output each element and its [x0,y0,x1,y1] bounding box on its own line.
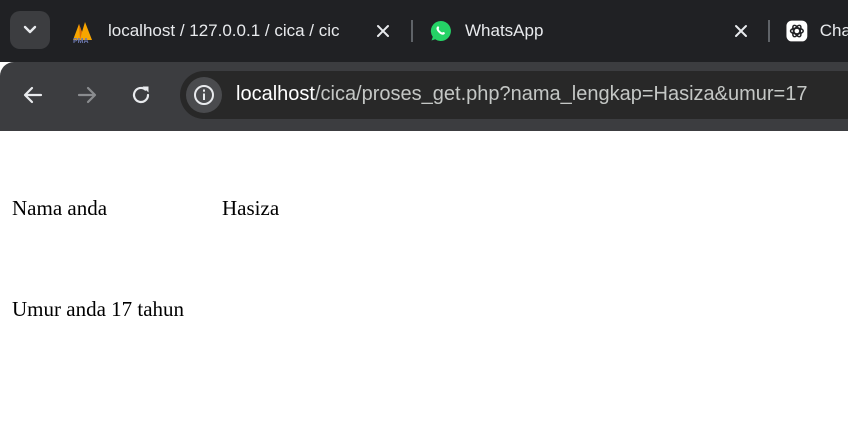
reload-button[interactable] [124,78,158,112]
close-icon [377,25,389,37]
tab-title: Cha [819,21,848,40]
tab-separator [768,20,770,42]
arrow-right-icon [77,86,97,104]
site-info-button[interactable] [186,77,222,113]
age-text: Umur anda 17 tahun [12,297,185,321]
tab-title: localhost / 127.0.0.1 / cica / cic [108,21,340,40]
name-label: Nama anda [12,196,108,220]
name-value: Hasiza [222,196,280,220]
tab-close-button[interactable] [730,20,752,42]
tab-close-button[interactable] [372,20,394,42]
forward-button[interactable] [70,78,104,112]
back-button[interactable] [16,78,50,112]
url-host: localhost [236,83,315,105]
url-text[interactable]: localhost/cica/proses_get.php?nama_lengk… [236,83,807,106]
chatgpt-icon [786,20,808,42]
svg-text:PMA: PMA [73,38,89,44]
tab-title: WhatsApp [465,21,544,40]
address-bar[interactable]: localhost/cica/proses_get.php?nama_lengk… [180,71,848,119]
info-icon [194,85,214,105]
close-icon [735,25,747,37]
tab-separator [411,20,413,42]
tab-search-button[interactable] [10,11,50,49]
whatsapp-icon [430,20,451,41]
phpmyadmin-icon: PMA [73,22,92,44]
tab-whatsapp[interactable]: WhatsApp [429,8,759,54]
page-content: Nama anda Hasiza Umur anda 17 tahun [0,131,848,432]
tab-strip: PMA localhost / 127.0.0.1 / cica / cic W… [0,0,848,62]
chevron-down-icon [23,25,37,34]
browser-toolbar: localhost/cica/proses_get.php?nama_lengk… [0,62,848,131]
tab-chatgpt[interactable]: Cha [786,8,848,54]
tab-phpmyadmin[interactable]: PMA localhost / 127.0.0.1 / cica / cic [70,8,405,54]
url-path: /cica/proses_get.php?nama_lengkap=Hasiza… [314,83,808,105]
reload-icon [132,86,150,104]
arrow-left-icon [23,86,43,104]
